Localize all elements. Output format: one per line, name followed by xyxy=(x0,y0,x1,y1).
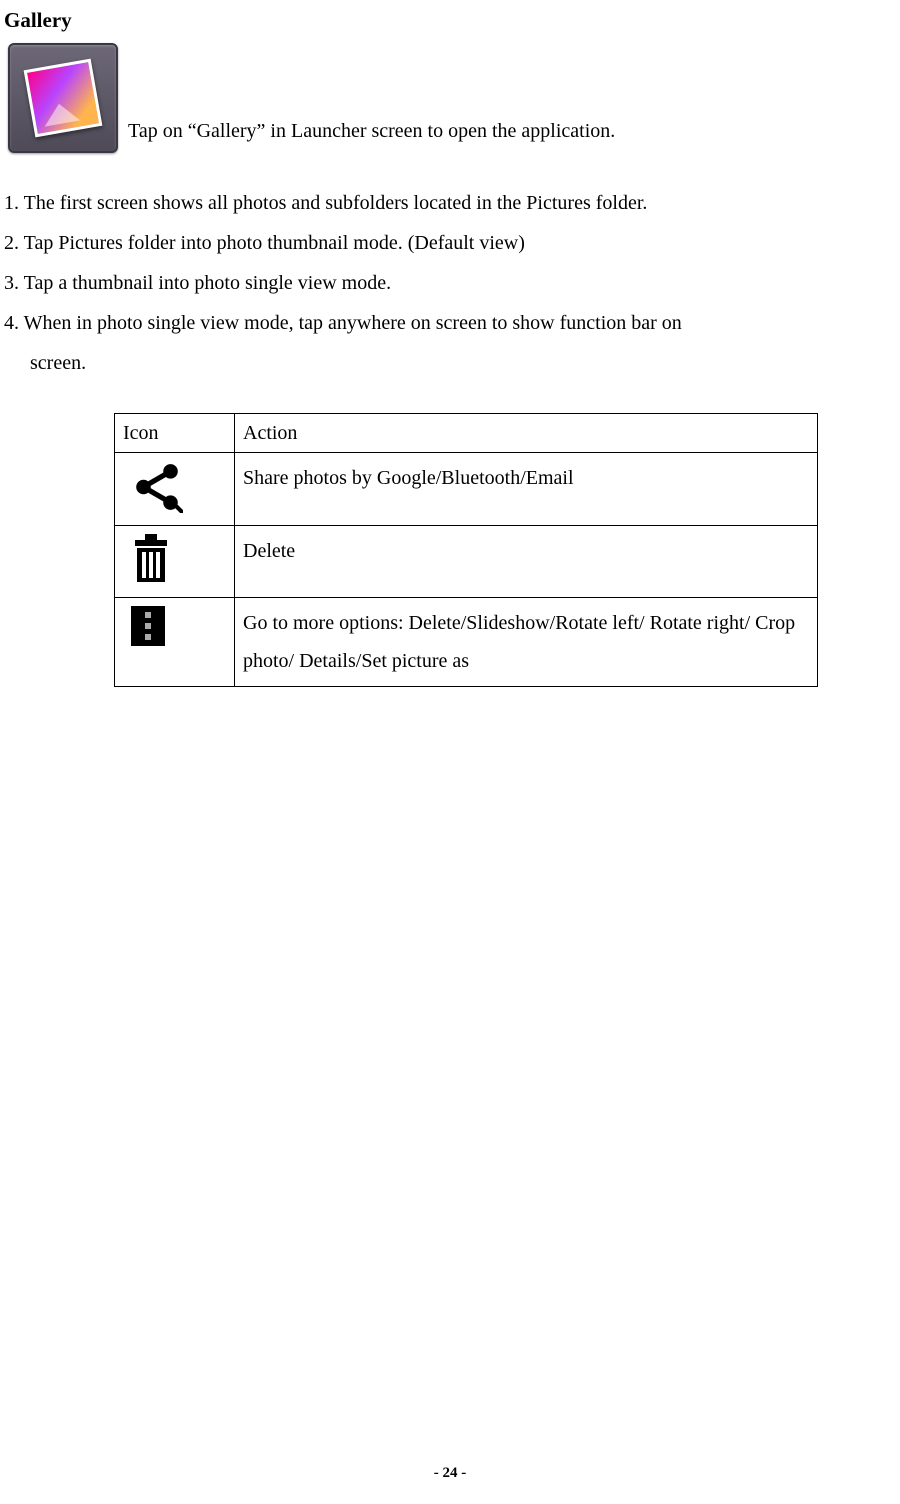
step-2: 2. Tap Pictures folder into photo thumbn… xyxy=(4,223,900,263)
intro-row: Tap on “Gallery” in Launcher screen to o… xyxy=(8,43,900,153)
page-number: - 24 - xyxy=(0,1465,900,1482)
page-title: Gallery xyxy=(4,8,900,33)
steps-list: 1. The first screen shows all photos and… xyxy=(4,183,900,383)
step-3: 3. Tap a thumbnail into photo single vie… xyxy=(4,263,900,303)
header-icon: Icon xyxy=(115,414,235,453)
trash-icon xyxy=(131,534,171,584)
icon-cell-more xyxy=(115,598,235,687)
action-more: Go to more options: Delete/Slideshow/Rot… xyxy=(235,598,818,687)
table-row: Go to more options: Delete/Slideshow/Rot… xyxy=(115,598,818,687)
action-share: Share photos by Google/Bluetooth/Email xyxy=(235,453,818,526)
table-row: Share photos by Google/Bluetooth/Email xyxy=(115,453,818,526)
icon-cell-share xyxy=(115,453,235,526)
step-4-line2: screen. xyxy=(4,343,900,383)
icon-cell-delete xyxy=(115,526,235,598)
step-1: 1. The first screen shows all photos and… xyxy=(4,183,900,223)
intro-text: Tap on “Gallery” in Launcher screen to o… xyxy=(128,120,615,143)
table-header-row: Icon Action xyxy=(115,414,818,453)
icon-action-table: Icon Action Share photos by Google/Bluet… xyxy=(114,413,818,687)
gallery-app-icon xyxy=(8,43,118,153)
action-delete: Delete xyxy=(235,526,818,598)
table-row: Delete xyxy=(115,526,818,598)
step-4-line1: 4. When in photo single view mode, tap a… xyxy=(4,303,900,343)
more-options-icon xyxy=(131,606,165,646)
share-icon xyxy=(131,461,183,513)
header-action: Action xyxy=(235,414,818,453)
